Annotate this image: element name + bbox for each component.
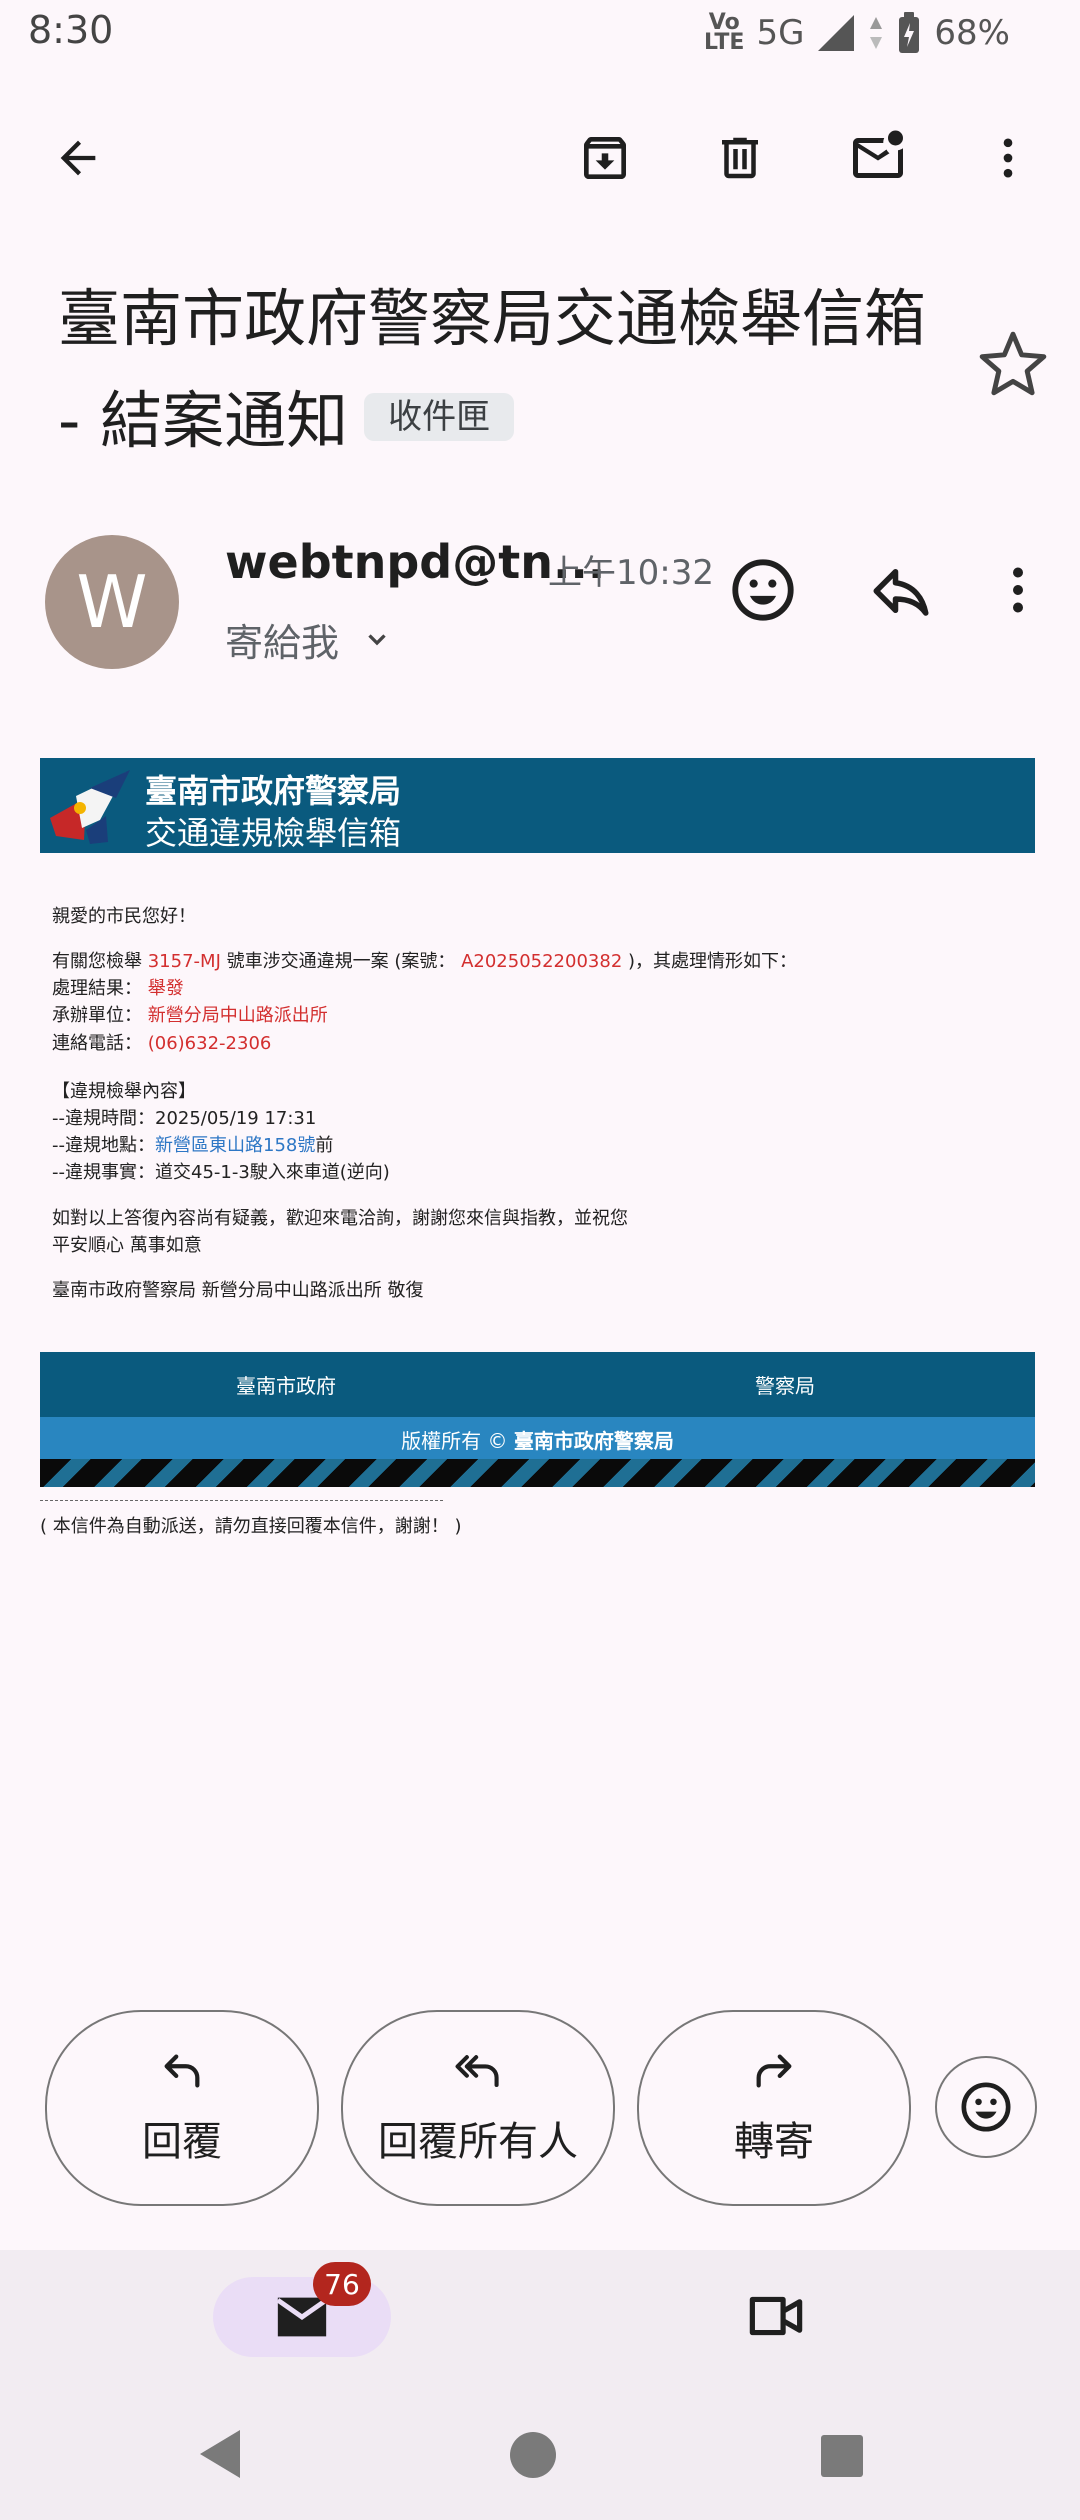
- delete-button[interactable]: [700, 118, 780, 198]
- video-camera-icon: [749, 2296, 803, 2336]
- footer-links-bar: [40, 1352, 1035, 1417]
- place-link[interactable]: 新營區東山路158號: [155, 1135, 315, 1156]
- violation-fact: --違規事實：道交45-1-3駛入來車道(逆向): [52, 1162, 390, 1183]
- forward-label: 轉寄: [734, 2119, 814, 2165]
- copyright-org: 臺南市政府警察局: [513, 1429, 674, 1453]
- place-label: --違規地點：: [52, 1135, 155, 1156]
- circle-home-icon: [510, 2432, 556, 2478]
- copyright-prefix: 版權所有 ©: [401, 1429, 514, 1453]
- emoji-icon: [961, 2082, 1011, 2132]
- case-number: A2025052200382: [461, 951, 623, 972]
- unread-count-badge: 76: [313, 2262, 371, 2306]
- sender-avatar[interactable]: W: [45, 535, 179, 669]
- more-options-button[interactable]: [968, 118, 1048, 198]
- sent-time: 上午10:32: [548, 553, 714, 593]
- status-time: 8:30: [28, 8, 114, 52]
- reply-label: 回覆: [142, 2119, 222, 2165]
- reply-action-button[interactable]: 回覆: [45, 2010, 319, 2206]
- recipient-toggle[interactable]: 寄給我: [225, 612, 395, 667]
- copyright-text: 版權所有 © 臺南市政府警察局: [40, 1425, 1035, 1454]
- archive-button[interactable]: [565, 118, 645, 198]
- phone-label: 連絡電話：: [52, 1033, 148, 1054]
- intro-middle: 號車涉交通違規一案 (案號：: [220, 951, 462, 972]
- forward-icon: [756, 2054, 792, 2088]
- network-label: 5G: [756, 13, 805, 53]
- footer-link-city-gov[interactable]: 臺南市政府: [236, 1370, 336, 1399]
- closing-line-2: 平安順心 萬事如意: [52, 1235, 202, 1256]
- banner-subtitle: 交通違規檢舉信箱: [145, 814, 402, 852]
- phone-link[interactable]: (06)632-2306: [148, 1033, 272, 1054]
- signature: 臺南市政府警察局 新營分局中山路派出所 敬復: [52, 1280, 424, 1301]
- email-subject: 臺南市政府警察局交通檢舉信箱 - 結案通知 收件匣: [58, 268, 958, 472]
- more-vert-icon: [1013, 567, 1023, 613]
- star-button[interactable]: [976, 328, 1050, 402]
- auto-send-note: ( 本信件為自動派送，請勿直接回覆本信件，謝謝！ ): [40, 1516, 462, 1537]
- greeting: 親愛的市民您好！: [52, 906, 196, 927]
- plate-number: 3157-MJ: [147, 951, 221, 972]
- system-back-button[interactable]: [196, 2428, 244, 2480]
- footer-link-police[interactable]: 警察局: [755, 1370, 815, 1399]
- triangle-back-icon: [200, 2430, 240, 2478]
- forward-action-button[interactable]: 轉寄: [637, 2010, 911, 2206]
- violation-time: --違規時間：2025/05/19 17:31: [52, 1108, 317, 1129]
- result-line: 處理結果： 舉發: [52, 975, 184, 1002]
- archive-icon: [584, 137, 626, 179]
- unit-line: 承辦單位： 新營分局中山路派出所: [52, 1002, 328, 1029]
- reply-icon: [164, 2054, 200, 2088]
- result-value: 舉發: [147, 978, 184, 999]
- unit-label: 承辦單位：: [52, 1005, 148, 1026]
- closing-line-1: 如對以上答復內容尚有疑義，歡迎來電洽詢，謝謝您來信與指教，並祝您: [52, 1208, 628, 1229]
- section-title: 【違規檢舉內容】: [52, 1081, 196, 1102]
- arrow-left-icon: [60, 140, 96, 176]
- system-home-button[interactable]: [508, 2430, 558, 2480]
- footer-stripe: [40, 1459, 1035, 1487]
- unit-value: 新營分局中山路派出所: [147, 1005, 328, 1026]
- back-button[interactable]: [38, 118, 118, 198]
- volte-icon: Vo LTE: [704, 10, 745, 55]
- reply-button[interactable]: [868, 558, 934, 624]
- violation-place-line: --違規地點：新營區東山路158號前: [52, 1132, 333, 1159]
- star-icon: [979, 331, 1047, 396]
- add-reaction-button[interactable]: [935, 2056, 1037, 2158]
- police-logo: [46, 768, 132, 846]
- status-icons: Vo LTE 5G 68%: [704, 8, 1010, 58]
- chevron-down-icon: [368, 633, 386, 645]
- intro-prefix: 有關您檢舉: [52, 951, 148, 972]
- inbox-label-chip[interactable]: 收件匣: [364, 392, 515, 441]
- message-more-button[interactable]: [988, 560, 1048, 620]
- banner-title: 臺南市政府警察局: [145, 772, 402, 810]
- phone-line: 連絡電話： (06)632-2306: [52, 1030, 271, 1057]
- reply-all-action-button[interactable]: 回覆所有人: [341, 2010, 615, 2206]
- emoji-icon: [732, 559, 794, 621]
- system-recents-button[interactable]: [820, 2434, 864, 2478]
- mail-unread-icon: [853, 130, 903, 178]
- mark-unread-button[interactable]: [838, 118, 918, 198]
- recipient-label: 寄給我: [225, 621, 340, 665]
- reply-icon: [873, 569, 929, 616]
- square-recents-icon: [821, 2435, 863, 2477]
- reply-all-icon: [455, 2055, 499, 2088]
- place-suffix: 前: [315, 1135, 334, 1156]
- trash-icon: [722, 137, 758, 179]
- react-emoji-button[interactable]: [728, 555, 798, 625]
- result-label: 處理結果：: [52, 978, 148, 999]
- divider: [40, 1500, 443, 1501]
- signal-icon: [818, 15, 855, 51]
- data-arrows-icon: [870, 17, 883, 49]
- intro-suffix: )，其處理情形如下：: [622, 951, 798, 972]
- reply-all-label: 回覆所有人: [378, 2119, 578, 2165]
- intro-line: 有關您檢舉 3157-MJ 號車涉交通違規一案 (案號： A2025052200…: [52, 948, 797, 975]
- nav-meet-tab[interactable]: [745, 2290, 807, 2342]
- more-vert-icon: [1003, 138, 1013, 178]
- battery-level: 68%: [934, 13, 1010, 53]
- battery-icon: [899, 12, 920, 53]
